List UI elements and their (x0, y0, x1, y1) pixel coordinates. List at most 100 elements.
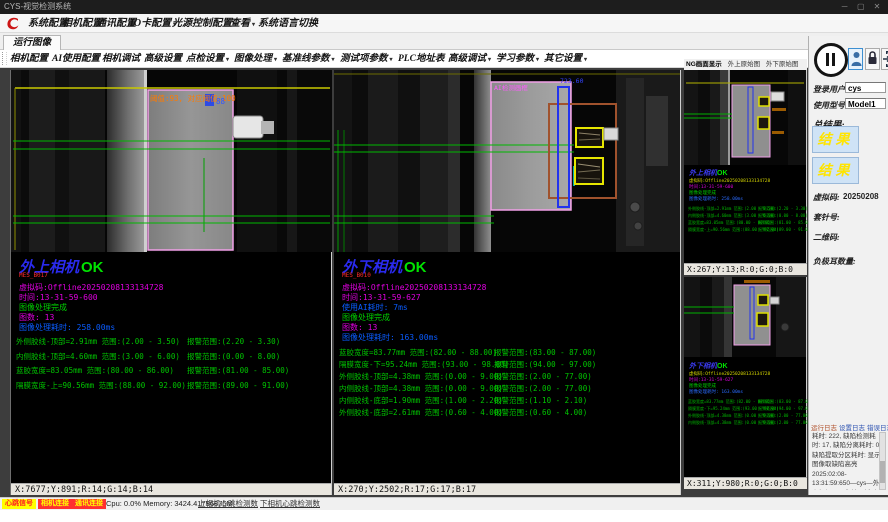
vcode-label: 虚拟码: (813, 192, 840, 203)
mini-image-lower[interactable] (684, 277, 806, 357)
side-view-tabs: NG画面显示 外上原始图 外下原始图 (684, 59, 807, 70)
vcode-value: 20250208 (843, 192, 879, 201)
ai-region-label: AI检测画框 (494, 83, 528, 92)
chevron-down-icon: ▾ (488, 57, 491, 63)
chevron-down-icon: ▾ (536, 57, 539, 63)
elapsed-line: 图像处理耗时: 258.00ms (19, 322, 115, 333)
qrcode-label: 二维码: (813, 232, 840, 243)
menu-light-config[interactable]: 光源控制配置▾ (172, 14, 237, 33)
log-tabs: 运行日志设置日志错误日志 (811, 422, 887, 432)
model-label: 使用型号: (813, 100, 848, 111)
chevron-down-icon: ▾ (390, 57, 393, 63)
tool-other-settings[interactable]: 其它设置▾ (544, 50, 587, 68)
pixel-coord-bar: X:7677;Y:891;R:14;G:14;B:14 (11, 483, 331, 495)
chevron-down-icon: ▾ (274, 57, 277, 63)
mini-elapsed-line: 图像处理耗时: 163.00ms (689, 389, 743, 395)
status-ok-badge: OK (404, 259, 427, 276)
menu-io-config[interactable]: IO卡配置▾ (130, 14, 176, 33)
camera-link-indicator: 相机连接 (38, 499, 72, 509)
tool-ai-config[interactable]: AI使用配置 (52, 50, 100, 68)
status-bar: 心跳信号 相机连接 通讯连接 Cpu: 0.0% Memory: 3424.41… (0, 497, 888, 510)
camera-panel-lower: AI检测画框 723.60 外下相机OK MES_B010 虚拟码:Offlin… (334, 70, 681, 495)
marker-value-text: 88 (216, 97, 226, 106)
tool-camera-debug[interactable]: 相机调试 (102, 50, 140, 68)
person-icon (850, 49, 863, 69)
tool-learn-param[interactable]: 学习参数▾ (496, 50, 539, 68)
tab-run-image[interactable]: 运行图像 (3, 35, 61, 51)
tab-count-label: 负极耳数量: (813, 256, 856, 267)
tool-camera-config[interactable]: 相机配置 (10, 50, 48, 68)
chevron-down-icon: ▾ (332, 57, 335, 63)
close-button[interactable]: ✕ (870, 0, 884, 14)
mini-view-lower: 外下相机OK 虚拟码:Offline20250208133134728 时间:1… (684, 277, 807, 477)
measure-row: 内侧胶线-底部=1.90mm 范围:(1.00 - 2.20)报警范围:(1.1… (334, 395, 680, 405)
pixel-coord-bar: X:270;Y:2502;R:17;G:17;B:17 (334, 483, 680, 495)
scrollbar-thumb[interactable] (880, 461, 885, 483)
exit-door-icon (882, 49, 888, 69)
measure-row: 外侧胶线-底部=2.61mm 范围:(0.60 - 4.00)报警范围:(0.6… (334, 407, 680, 417)
mini-coord-bar: X:311;Y:980;R:0;G:0;B:0 (684, 477, 807, 489)
mini-elapsed-line: 图像处理耗时: 258.00ms (689, 196, 743, 202)
chevron-down-icon: ▾ (226, 57, 229, 63)
mes-code: MES_B010 (342, 272, 371, 279)
window-controls: ─ ▢ ✕ (838, 0, 884, 14)
menu-view[interactable]: 查看▾ (230, 14, 255, 33)
log-scrollbar[interactable] (879, 432, 886, 490)
tool-baseline-param[interactable]: 基准线参数▾ (282, 50, 335, 68)
tab-error-log[interactable]: 错误日志 (867, 425, 888, 432)
camera-image-lower[interactable]: AI检测画框 723.60 (334, 70, 680, 252)
tab-settings-log[interactable]: 设置日志 (839, 425, 865, 432)
measure-row: 外侧胶线-顶部=2.91mm 范围:(2.00 - 3.50)报警范围:(2.2… (11, 336, 331, 346)
tool-advanced-set[interactable]: 高级设置 (144, 50, 182, 68)
lock-button[interactable] (865, 48, 880, 70)
control-sidebar: 登录用户: cys 使用型号: Model1 总结果: 结果 结果 虚拟码: 2… (808, 36, 888, 495)
tab-ng-display[interactable]: NG画面显示 (686, 61, 722, 68)
window-title: CYS-视觉检测系统 (4, 2, 71, 11)
title-bar: CYS-视觉检测系统 ─ ▢ ✕ (0, 0, 888, 14)
camera-panel-upper: 阈值:93, 对应阈值:100 88 外上相机OK MES_B017 虚拟码:O… (10, 70, 332, 495)
user-value-field[interactable]: cys (845, 82, 886, 93)
camera-image-upper[interactable]: 阈值:93, 对应阈值:100 88 (11, 70, 332, 252)
tool-image-process[interactable]: 图像处理▾ (234, 50, 277, 68)
pause-button[interactable] (814, 43, 848, 77)
tool-test-param[interactable]: 测试项参数▾ (340, 50, 393, 68)
app-window: CYS-视觉检测系统 ─ ▢ ✕ 系统配置 相机配置 通讯配置 IO卡配置▾ 光… (0, 0, 888, 522)
mini-coord-bar: X:267;Y:13;R:0;G:0;B:0 (684, 263, 807, 275)
maximize-button[interactable]: ▢ (854, 0, 868, 14)
blue-measure-value: 723.60 (560, 77, 584, 85)
user-label: 登录用户: (813, 84, 848, 95)
mini-image-upper[interactable] (684, 70, 806, 165)
mini-result-title: 外上相机OK (689, 168, 728, 178)
needle-label: 套针号: (813, 212, 840, 223)
mes-code: MES_B017 (19, 272, 48, 279)
log-content: 耗时: 222, 缺陷检测耗时: 17, 缺陷分离耗时: 0, 缺陷提取分区耗时… (812, 432, 882, 490)
measure-row: 内侧胶线-顶部=4.38mm 范围:(0.00 - 9.00)报警范围:(2.0… (334, 383, 680, 393)
tool-advanced-debug[interactable]: 高级调试▾ (448, 50, 491, 68)
mini-view-upper: 外上相机OK 虚拟码:Offline20250208133134728 时间:1… (684, 70, 807, 263)
status-ok-badge: OK (81, 259, 104, 276)
model-value-field[interactable]: Model1 (845, 98, 886, 109)
toolbar-grip (2, 52, 7, 65)
elapsed-line: 图像处理耗时: 163.00ms (342, 332, 438, 343)
tool-spot-check[interactable]: 点检设置▾ (186, 50, 229, 68)
comm-link-indicator: 通讯连接 (72, 499, 106, 509)
tab-upper-raw[interactable]: 外上原始图 (728, 61, 761, 68)
tab-run-log[interactable]: 运行日志 (811, 425, 837, 432)
tab-lower-raw[interactable]: 外下原始图 (766, 61, 799, 68)
upper-camera-heartbeat-link[interactable]: 上相机心跳检测数 (198, 499, 258, 509)
user-button[interactable] (848, 48, 863, 70)
result-badge-upper: 结果 (812, 126, 859, 153)
measure-row: 外侧胶线-顶部=4.38mm 范围:(0.00 - 9.00)报警范围:(2.0… (334, 371, 680, 381)
tool-plc-table[interactable]: PLC地址表 (398, 50, 444, 68)
chevron-down-icon: ▾ (584, 57, 587, 63)
measure-row: 蓝胶宽度=83.77mm 范围:(82.00 - 88.00)报警范围:(83.… (334, 347, 680, 357)
menu-language-switch[interactable]: 系统语言切换 (258, 14, 318, 33)
lower-camera-heartbeat-link[interactable]: 下相机心跳检测数 (260, 499, 320, 509)
result-badge-lower: 结果 (812, 157, 859, 184)
exit-button[interactable] (881, 48, 888, 70)
lock-icon (866, 49, 879, 69)
mini-result-title: 外下相机OK (689, 361, 728, 371)
chevron-down-icon: ▾ (252, 22, 255, 28)
measure-row: 隔膜宽度-下=95.24mm 范围:(93.00 - 98.00)报警范围:(9… (334, 359, 680, 369)
minimize-button[interactable]: ─ (838, 0, 852, 14)
